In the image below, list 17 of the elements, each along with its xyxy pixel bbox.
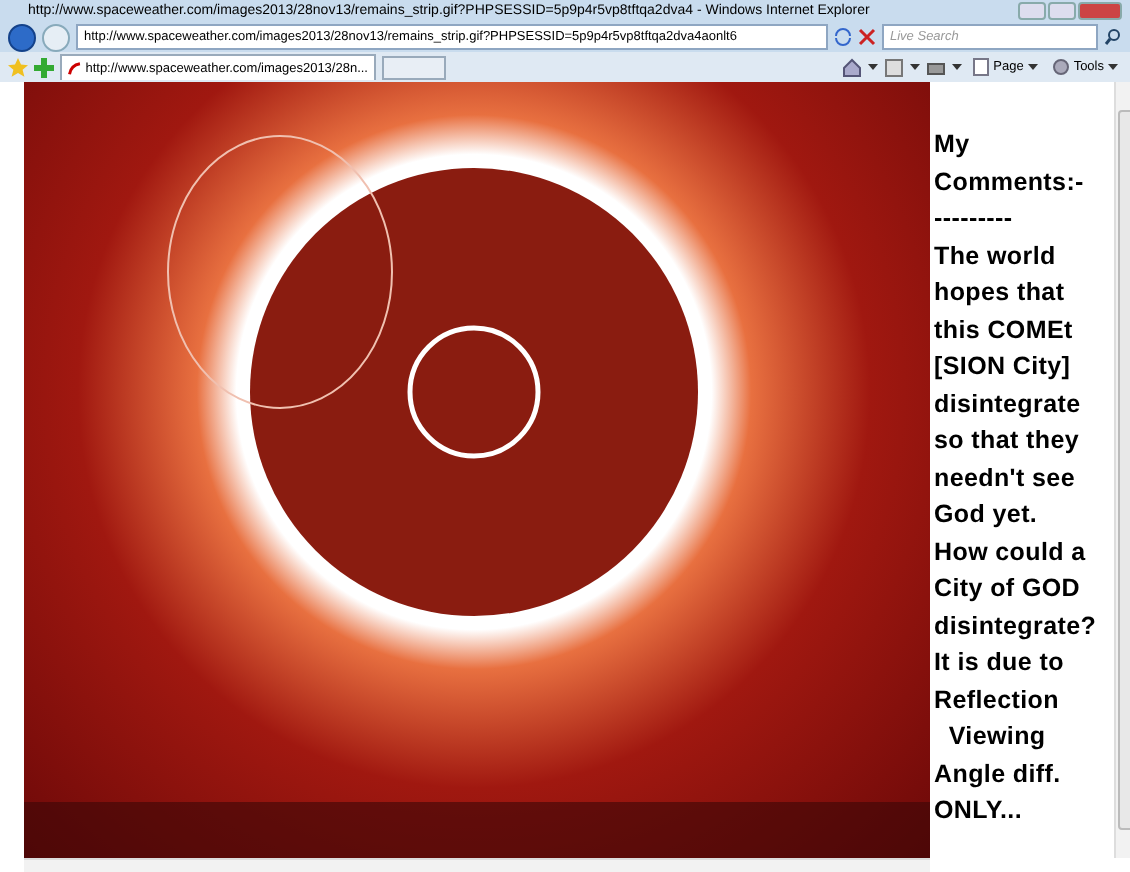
gear-icon [1051,58,1070,76]
search-icon[interactable] [1104,28,1122,46]
caret-icon[interactable] [909,63,920,71]
back-button[interactable] [8,23,36,51]
new-tab-button[interactable] [382,55,446,79]
caret-icon[interactable] [951,63,962,71]
close-icon[interactable] [858,28,876,46]
comment-text: My Comments:- --------- The world hopes that this COMEt [SION City] disintegrate so that they needn't see God yet. How could a City of GOD disintegrate? It is due to Reflection Viewing Angle diff. ONLY... [932,128,1099,828]
refresh-icon[interactable] [834,28,852,46]
caret-icon[interactable] [1027,63,1038,71]
add-favorite-icon[interactable] [34,57,54,77]
horizontal-scrollbar[interactable] [24,858,930,872]
home-icon[interactable] [841,57,862,77]
star-icon[interactable] [8,57,28,77]
caret-icon[interactable] [867,63,878,71]
caret-icon[interactable] [1108,63,1118,71]
vertical-scrollbar[interactable] [1114,82,1130,858]
